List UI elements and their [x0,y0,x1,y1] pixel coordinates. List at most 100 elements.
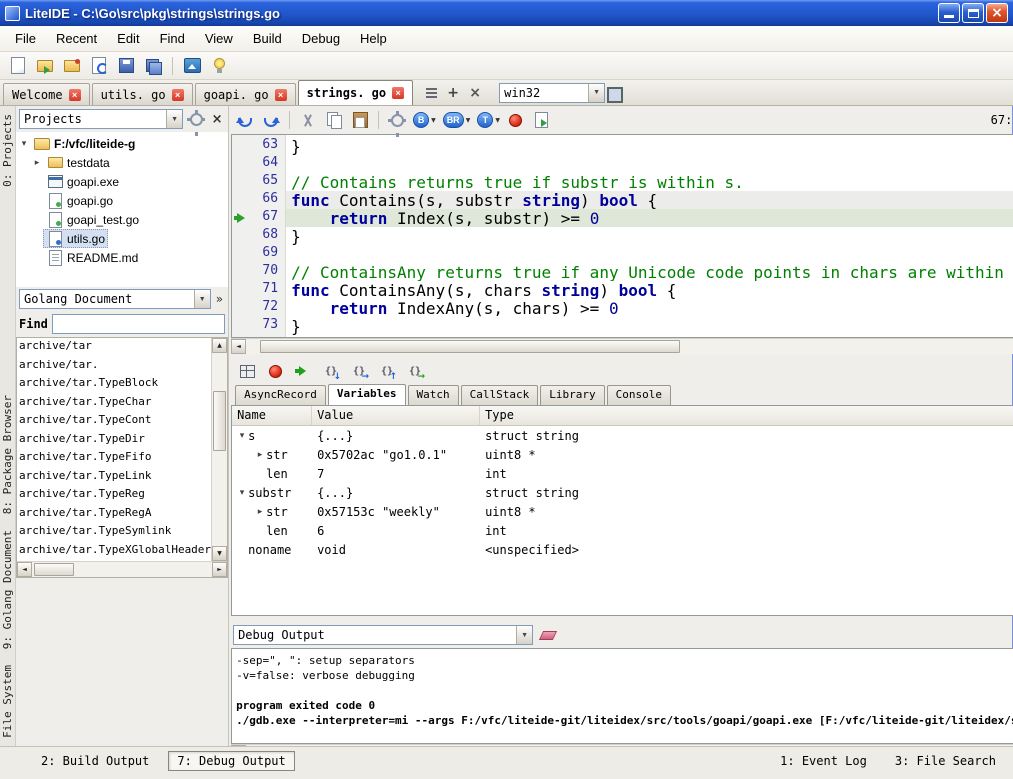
close-window-button[interactable]: × [986,3,1008,23]
doc-item-archive-tar-typechar[interactable]: archive/tar.TypeChar [19,395,211,414]
tab-welcome[interactable]: Welcome× [3,83,90,105]
chevron-down-icon[interactable]: ▼ [194,290,210,308]
record-button[interactable] [263,359,287,383]
scroll-thumb[interactable] [260,340,680,353]
tree-item-f-vfc-liteide-g[interactable]: ▾F:/vfc/liteide-g [16,134,228,153]
debug-tab-variables[interactable]: Variables [328,384,406,405]
projects-view-combo[interactable]: Projects ▼ [19,109,183,129]
scroll-thumb[interactable] [34,563,74,576]
menu-find[interactable]: Find [150,27,195,50]
tree-item-goapi-go[interactable]: goapi.go [16,191,228,210]
expander-icon[interactable]: ▸ [31,158,43,168]
export-button[interactable] [530,108,554,132]
column-header-value[interactable]: Value [312,406,480,425]
output-select-combo[interactable]: Debug Output ▼ [233,625,533,645]
build-config-button[interactable] [385,108,409,132]
debug-tab-asyncrecord[interactable]: AsyncRecord [235,385,326,405]
close-split-button[interactable] [465,83,485,103]
options-button[interactable] [207,54,231,78]
scroll-down-button[interactable]: ▼ [212,546,227,561]
scroll-left-button[interactable]: ◄ [17,562,32,577]
side-tab-8-package-browser[interactable]: 8: Package Browser [0,387,15,522]
variable-row-substr[interactable]: ▾substr{...}struct string [232,483,1013,502]
editor-hscrollbar[interactable]: ◄► [231,338,1013,354]
expander-icon[interactable]: ▸ [254,450,266,460]
status-7-debug-output-button[interactable]: 7: Debug Output [168,751,294,771]
side-tab-9-golang-document[interactable]: 9: Golang Document [0,522,15,657]
scroll-track[interactable] [212,353,227,546]
variable-row-noname[interactable]: nonamevoid<unspecified> [232,540,1013,559]
tab-goapi-go[interactable]: goapi. go× [195,83,296,105]
status-2-build-output-button[interactable]: 2: Build Output [32,751,158,771]
tab-close-icon[interactable]: × [275,89,287,101]
chevron-down-icon[interactable]: ▼ [516,626,532,644]
doc-item-archive-tar[interactable]: archive/tar [19,339,211,358]
copy-button[interactable] [322,108,346,132]
column-header-name[interactable]: Name [232,406,312,425]
build-action-t-button[interactable]: T▼ [475,112,502,128]
chevron-down-icon[interactable]: ▼ [495,117,500,124]
doc-item-archive-tar-typerega[interactable]: archive/tar.TypeRegA [19,506,211,525]
menu-view[interactable]: View [195,27,243,50]
scroll-right-button[interactable]: ► [212,562,227,577]
doc-item-archive-tar-typexglobalheader[interactable]: archive/tar.TypeXGlobalHeader [19,543,211,562]
expander-icon[interactable]: ▾ [236,488,248,498]
status-1-event-log-button[interactable]: 1: Event Log [771,751,876,771]
chevron-down-icon[interactable]: ▼ [166,110,182,128]
build-action-br-button[interactable]: BR▼ [441,112,473,128]
menu-edit[interactable]: Edit [107,27,149,50]
expander-icon[interactable]: ▾ [18,139,30,149]
scroll-track[interactable] [246,745,1013,746]
editor-code[interactable]: } // Contains returns true if substr is … [286,135,1013,337]
chevron-down-icon[interactable]: ▼ [466,117,471,124]
minimize-button[interactable] [938,3,960,23]
doclist-hscrollbar[interactable]: ◄► [17,561,227,577]
doc-item-archive-tar-typedir[interactable]: archive/tar.TypeDir [19,432,211,451]
doc-filter-input[interactable] [52,314,225,334]
doc-view-combo[interactable]: Golang Document ▼ [19,289,211,309]
maximize-button[interactable] [962,3,984,23]
undo-button[interactable] [233,108,257,132]
env-button[interactable] [605,85,625,105]
scroll-thumb[interactable] [213,391,226,451]
tab-close-icon[interactable]: × [69,89,81,101]
chevron-down-icon[interactable]: ▼ [588,84,604,102]
tab-utils-go[interactable]: utils. go× [92,83,193,105]
step-out-button[interactable] [375,359,399,383]
tree-item-testdata[interactable]: ▸testdata [16,153,228,172]
tab-close-icon[interactable]: × [392,87,404,99]
menu-help[interactable]: Help [350,27,397,50]
status-3-file-search-button[interactable]: 3: File Search [886,751,1005,771]
editor[interactable]: 6364656667686970717273 } // Contains ret… [231,134,1013,338]
variable-row-len[interactable]: len6int [232,521,1013,540]
doc-item-archive-tar-typecont[interactable]: archive/tar.TypeCont [19,413,211,432]
projects-menu-button[interactable] [186,109,206,129]
column-header-type[interactable]: Type [480,406,1013,425]
expander-icon[interactable]: ▸ [254,507,266,517]
redo-button[interactable] [259,108,283,132]
doc-item-archive-tar-typelink[interactable]: archive/tar.TypeLink [19,469,211,488]
cut-button[interactable] [296,108,320,132]
tab-strings-go[interactable]: strings. go× [298,80,413,105]
menu-build[interactable]: Build [243,27,292,50]
scroll-up-button[interactable]: ▲ [212,338,227,353]
tree-item-utils-go[interactable]: utils.go [16,229,228,248]
menu-debug[interactable]: Debug [292,27,350,50]
new-file-button[interactable] [6,54,30,78]
tree-item-goapi-test-go[interactable]: goapi_test.go [16,210,228,229]
build-target-combo[interactable]: win32 ▼ [499,83,605,103]
debug-record-button[interactable] [504,108,528,132]
doc-item-archive-tar-typesymlink[interactable]: archive/tar.TypeSymlink [19,524,211,543]
doc-item-archive-tar[interactable]: archive/tar. [19,358,211,377]
scroll-track[interactable] [246,339,1013,354]
clear-output-button[interactable] [538,625,558,645]
open-folder-button[interactable] [60,54,84,78]
step-into-button[interactable] [319,359,343,383]
doc-item-archive-tar-typeblock[interactable]: archive/tar.TypeBlock [19,376,211,395]
var-grid-button[interactable] [235,359,259,383]
save-file-button[interactable] [114,54,138,78]
new-tab-button[interactable] [443,83,463,103]
variable-row-s[interactable]: ▾s{...}struct string [232,426,1013,445]
scroll-track[interactable] [32,562,212,577]
chevron-down-icon[interactable]: ▼ [431,117,436,124]
